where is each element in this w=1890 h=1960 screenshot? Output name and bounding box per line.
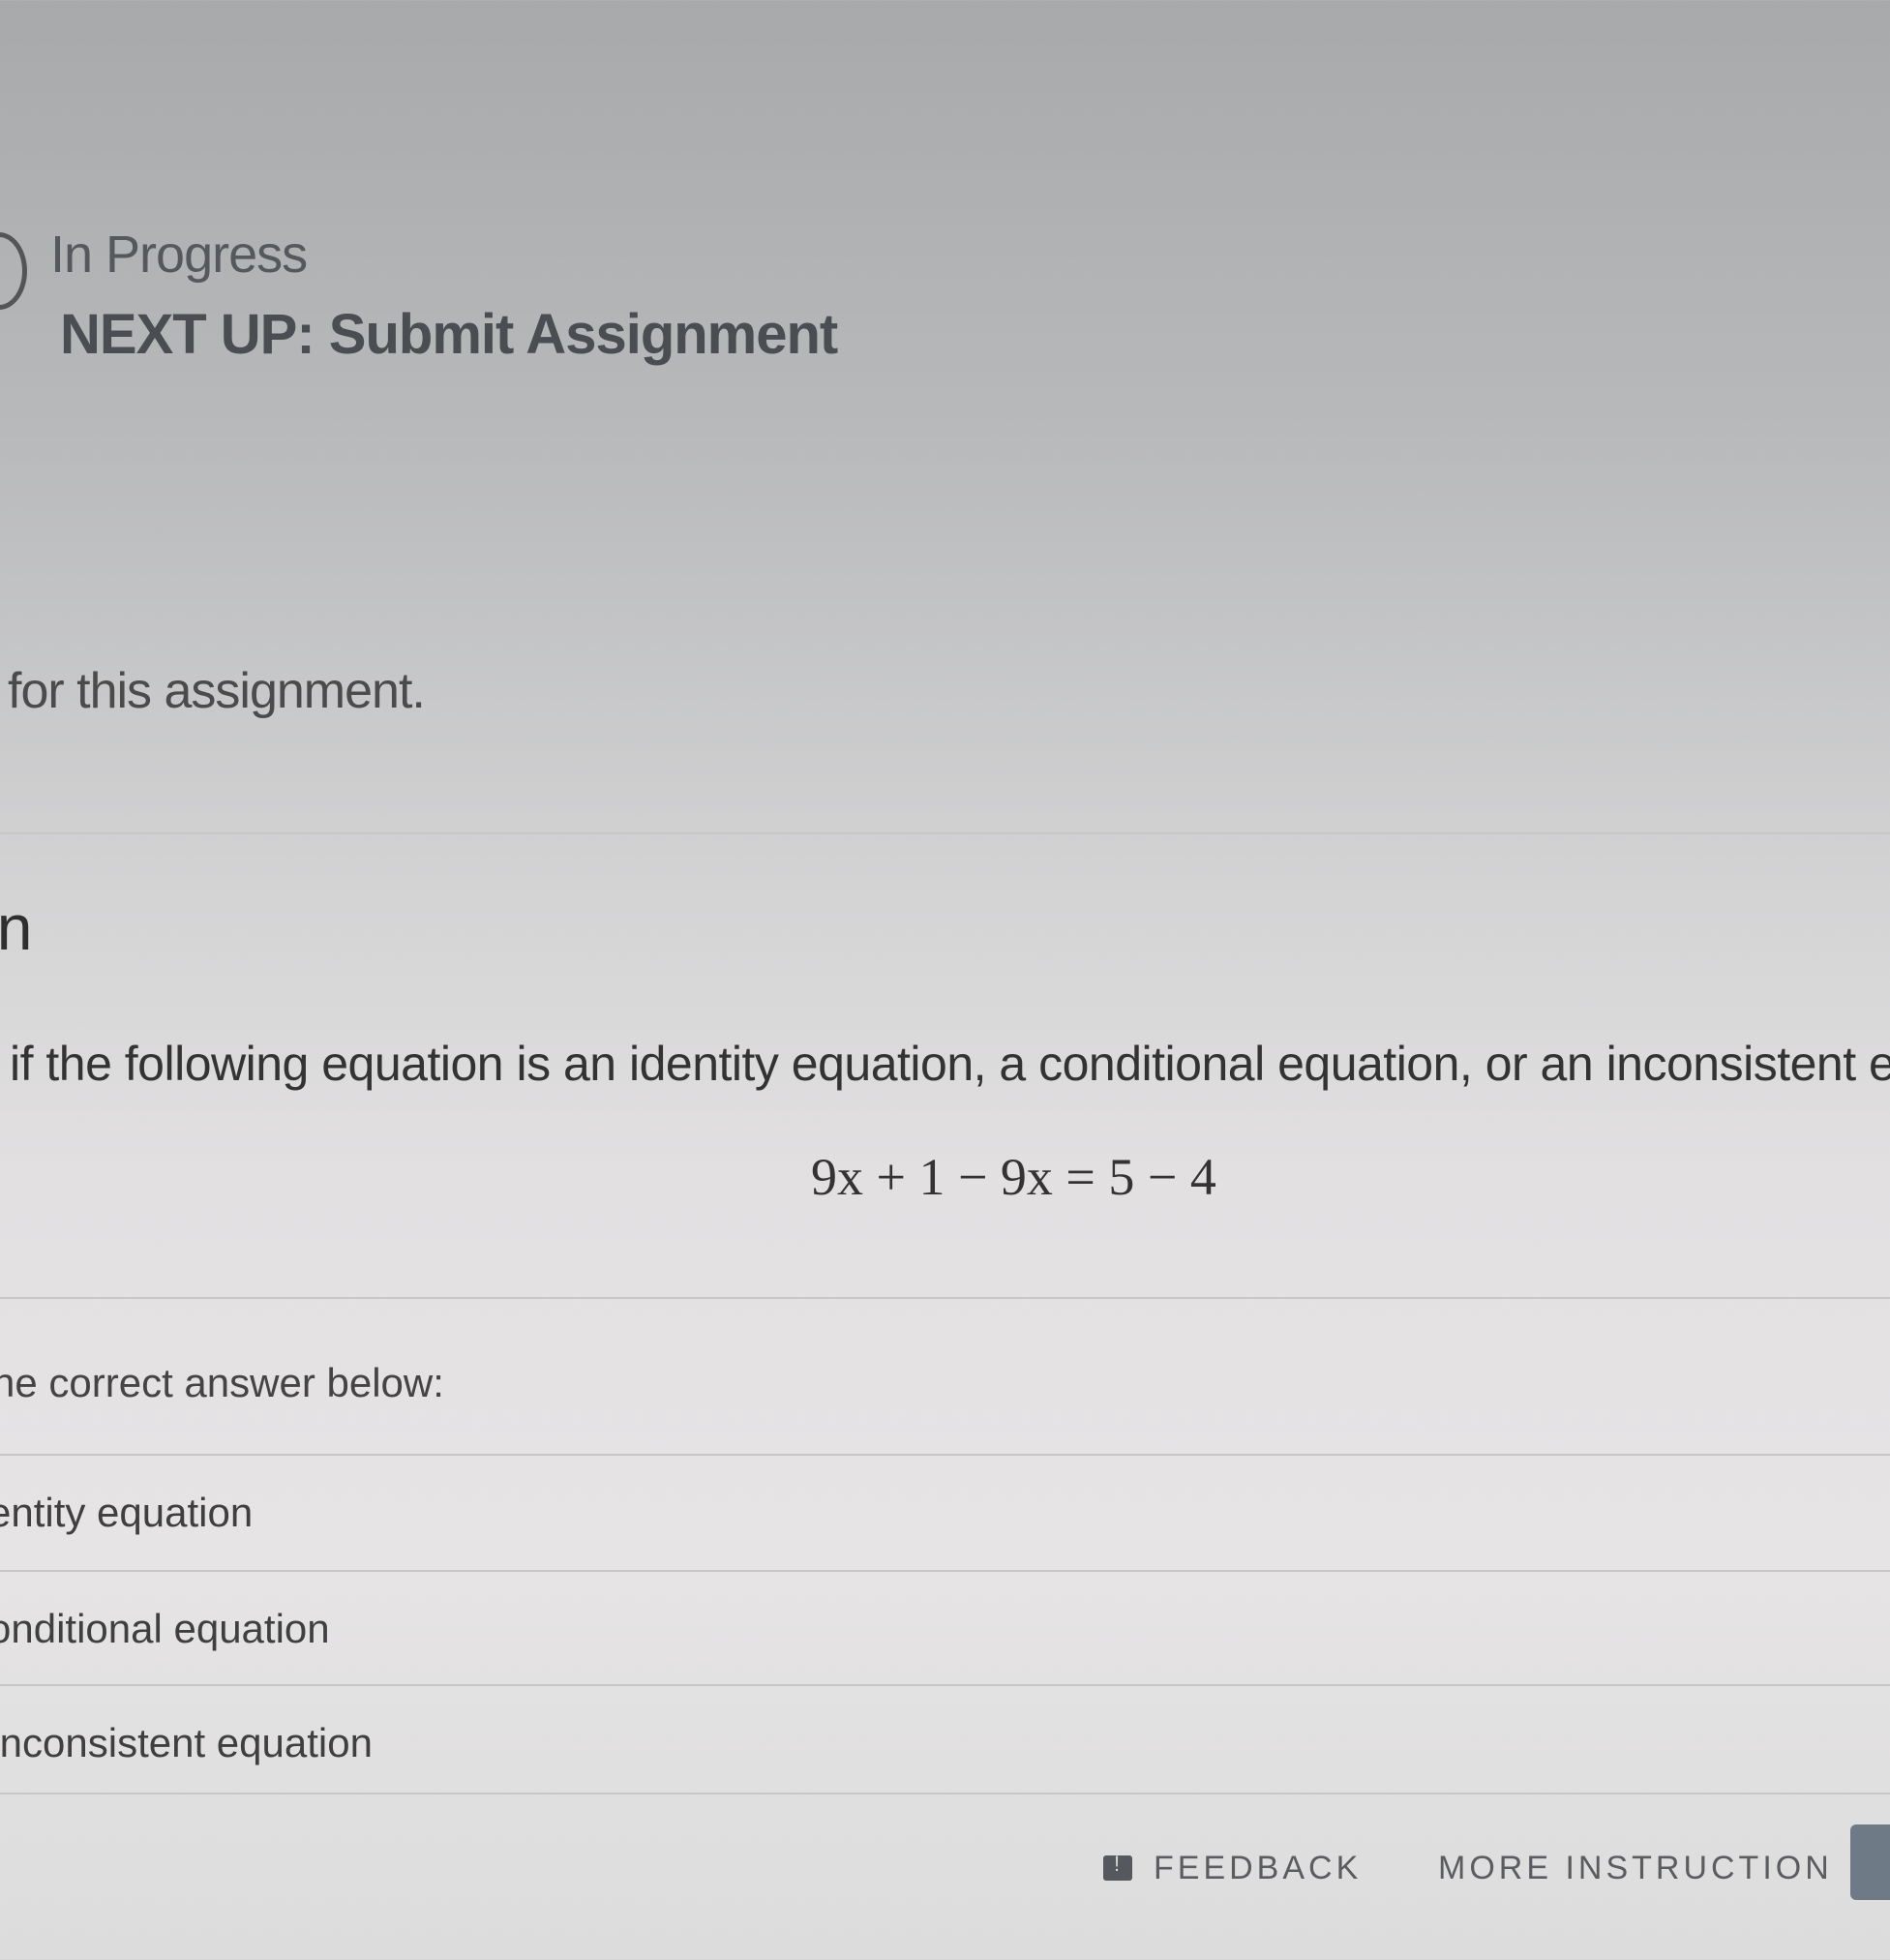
progress-status: In Progress [50, 226, 308, 284]
more-instruction-button[interactable]: MORE INSTRUCTION [1438, 1829, 1833, 1907]
section-divider [0, 832, 1890, 834]
divider [0, 1793, 1890, 1794]
equation: 9x + 1 − 9x = 5 − 4 [811, 1148, 1216, 1206]
answer-instruction: he correct answer below: [0, 1360, 444, 1405]
option-label: entity equation [0, 1490, 254, 1535]
progress-indicator-icon [0, 232, 27, 310]
next-up-label[interactable]: NEXT UP: Submit Assignment [60, 302, 838, 367]
section-title: on [0, 891, 33, 963]
option-label: onditional equation [0, 1606, 330, 1651]
answer-option-identity[interactable]: entity equation [0, 1456, 1890, 1570]
answer-option-inconsistent[interactable]: Inconsistent equation [0, 1686, 1890, 1800]
feedback-button[interactable]: FEEDBACK [1103, 1829, 1362, 1907]
feedback-icon [1103, 1852, 1132, 1881]
option-label: Inconsistent equation [0, 1720, 373, 1765]
assignment-note: for this assignment. [8, 663, 426, 719]
divider [0, 1297, 1890, 1299]
answer-option-conditional[interactable]: onditional equation [0, 1572, 1890, 1686]
more-instruction-label: MORE INSTRUCTION [1438, 1849, 1833, 1886]
feedback-label: FEEDBACK [1154, 1849, 1363, 1886]
question-prompt: if the following equation is an identity… [10, 1037, 1890, 1091]
primary-action-button[interactable] [1850, 1824, 1890, 1900]
